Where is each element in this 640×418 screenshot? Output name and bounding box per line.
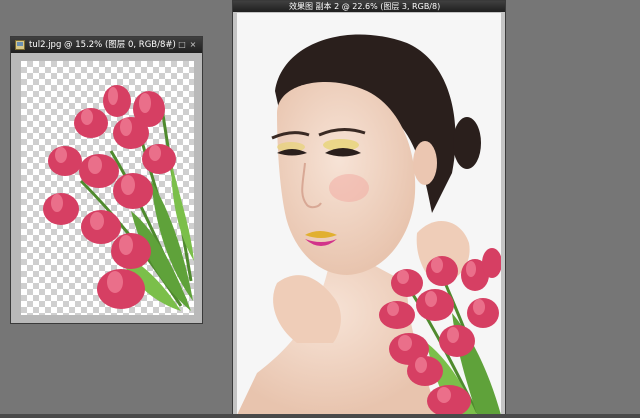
tulip-bouquet [43,85,194,311]
close-icon[interactable]: × [188,37,198,53]
right-document-window[interactable]: 效果图 副本 2 @ 22.6% (图层 3, RGB/8) [232,0,506,418]
right-window-titlebar[interactable]: 效果图 副本 2 @ 22.6% (图层 3, RGB/8) [233,1,505,12]
left-canvas[interactable] [21,61,194,315]
left-window-title: tul2.jpg @ 15.2% (图层 0, RGB/8#) [29,40,176,50]
left-window-titlebar[interactable]: tul2.jpg @ 15.2% (图层 0, RGB/8#) _ □ × [11,37,202,53]
status-strip [0,414,640,418]
right-canvas[interactable] [237,13,501,415]
photoshop-doc-icon [15,40,25,50]
portrait-image [237,13,501,415]
right-window-title: 效果图 副本 2 @ 22.6% (图层 3, RGB/8) [289,2,441,11]
minimize-icon[interactable]: _ [166,37,176,53]
maximize-icon[interactable]: □ [177,37,187,53]
left-document-window[interactable]: tul2.jpg @ 15.2% (图层 0, RGB/8#) _ □ × [10,36,203,324]
